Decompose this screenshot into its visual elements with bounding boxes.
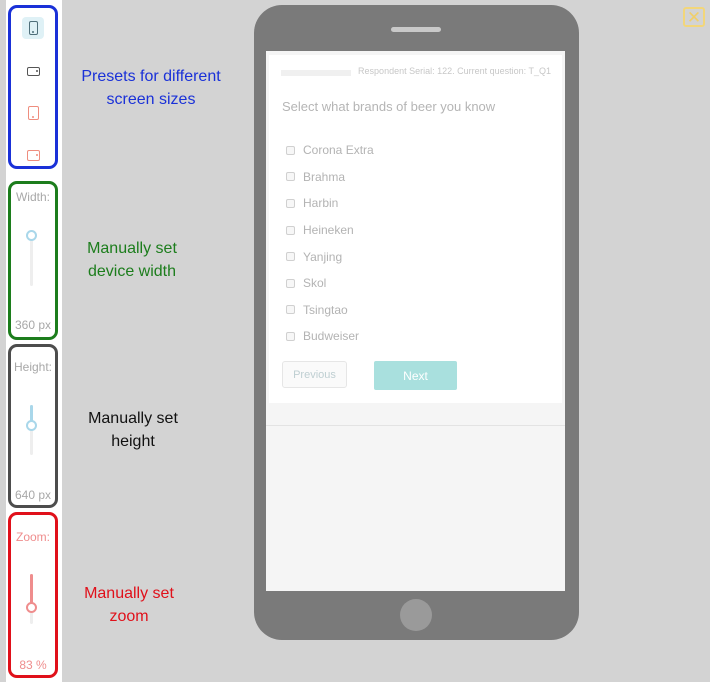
checkbox[interactable]	[286, 252, 295, 262]
preset-phone-portrait-button[interactable]	[22, 17, 44, 39]
width-annotation: Manually set device width	[87, 240, 177, 280]
next-button[interactable]: Next	[374, 361, 457, 390]
phone-screen: Respondent Serial: 122. Current question…	[266, 51, 565, 591]
option-harbin[interactable]: Harbin	[286, 190, 374, 217]
width-value: 360 px	[14, 318, 52, 332]
progress-bar	[281, 70, 351, 76]
checkbox[interactable]	[286, 225, 295, 235]
width-label: Width:	[15, 190, 50, 204]
zoom-slider-track[interactable]	[30, 574, 33, 624]
phone-portrait-icon	[28, 21, 38, 35]
close-icon: ✕	[686, 7, 702, 27]
preset-tablet-portrait-button[interactable]	[22, 102, 44, 124]
survey-card: Respondent Serial: 122. Current question…	[269, 55, 562, 403]
tablet-landscape-icon	[26, 149, 40, 161]
height-slider-panel: Height: 640 px	[8, 344, 58, 508]
preset-tablet-landscape-button[interactable]	[22, 144, 44, 166]
checkbox[interactable]	[286, 331, 295, 341]
zoom-slider-handle[interactable]	[26, 602, 37, 613]
previous-button[interactable]: Previous	[282, 361, 347, 388]
height-slider-handle[interactable]	[26, 420, 37, 431]
zoom-slider-panel: Zoom: 83 %	[8, 512, 58, 678]
zoom-label: Zoom:	[15, 530, 50, 544]
checkbox[interactable]	[286, 198, 295, 208]
presets-panel	[8, 5, 58, 169]
zoom-annotation: Manually set zoom	[84, 585, 174, 625]
question-text: Select what brands of beer you know	[282, 99, 496, 114]
options-list: Corona Extra Brahma Harbin Heineken Yanj…	[286, 137, 374, 350]
checkbox[interactable]	[286, 305, 295, 315]
option-budweiser[interactable]: Budweiser	[286, 323, 374, 350]
width-slider-panel: Width: 360 px	[8, 181, 58, 340]
option-tsingtao[interactable]: Tsingtao	[286, 297, 374, 324]
close-button[interactable]: ✕	[683, 7, 705, 27]
checkbox[interactable]	[286, 172, 295, 182]
option-heineken[interactable]: Heineken	[286, 217, 374, 244]
option-skol[interactable]: Skol	[286, 270, 374, 297]
presets-annotation: Presets for different screen sizes	[81, 68, 221, 108]
preset-phone-landscape-button[interactable]	[22, 60, 44, 82]
phone-landscape-icon	[26, 66, 40, 76]
height-label: Height:	[13, 360, 53, 374]
option-corona-extra[interactable]: Corona Extra	[286, 137, 374, 164]
home-button	[400, 599, 432, 631]
height-annotation: Manually set height	[88, 410, 178, 450]
checkbox[interactable]	[286, 145, 295, 155]
phone-speaker	[391, 27, 441, 32]
height-value: 640 px	[14, 488, 52, 502]
width-slider-handle[interactable]	[26, 230, 37, 241]
option-yanjing[interactable]: Yanjing	[286, 243, 374, 270]
checkbox[interactable]	[286, 278, 295, 288]
tablet-portrait-icon	[27, 106, 39, 120]
screen-divider	[266, 425, 565, 426]
phone-frame: Respondent Serial: 122. Current question…	[254, 5, 579, 640]
respondent-info: Respondent Serial: 122. Current question…	[358, 66, 551, 76]
zoom-value: 83 %	[19, 658, 47, 672]
option-brahma[interactable]: Brahma	[286, 164, 374, 191]
